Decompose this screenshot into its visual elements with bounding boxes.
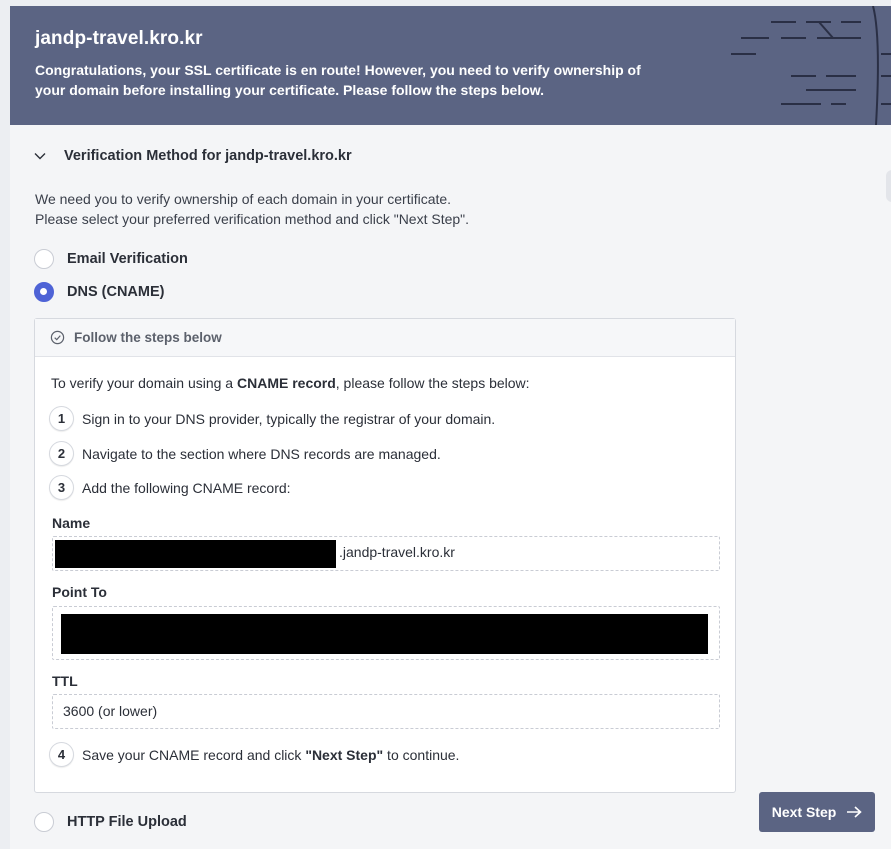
step-text: Sign in to your DNS provider, typically … (82, 410, 496, 427)
redacted-block (61, 614, 708, 654)
step-text: Save your CNAME record and click "Next S… (82, 747, 459, 763)
method-option-email[interactable]: Email Verification (34, 248, 188, 270)
verification-intro: We need you to verify ownership of each … (35, 189, 469, 229)
name-field-suffix: .jandp-travel.kro.kr (339, 544, 455, 560)
section-title: Verification Method for jandp-travel.kro… (64, 148, 352, 164)
header-banner: jandp-travel.kro.kr Congratulations, you… (10, 6, 891, 125)
name-field-label: Name (52, 515, 91, 531)
ttl-field-label: TTL (52, 673, 78, 689)
name-field[interactable]: .jandp-travel.kro.kr (52, 536, 720, 571)
step-number: 4 (49, 742, 74, 767)
step-4-prefix: Save your CNAME record and click (82, 746, 306, 763)
arrow-right-icon (847, 806, 862, 818)
ttl-field-value: 3600 (or lower) (63, 703, 158, 719)
check-circle-icon (50, 330, 65, 345)
panel-intro-bold: CNAME record (236, 375, 336, 391)
email-verification-label: Email Verification (67, 251, 188, 267)
redacted-block (55, 540, 336, 568)
method-option-dns[interactable]: DNS (CNAME) (34, 281, 164, 303)
step-4: 4 Save your CNAME record and click "Next… (49, 742, 459, 767)
dns-steps-panel: Follow the steps below To verify your do… (34, 318, 736, 793)
point-to-field[interactable] (52, 606, 720, 660)
step-text: Add the following CNAME record: (82, 479, 291, 496)
verification-card: jandp-travel.kro.kr Congratulations, you… (10, 6, 891, 849)
step-4-suffix: to continue. (383, 746, 460, 763)
step-number: 1 (49, 406, 74, 431)
step-3: 3 Add the following CNAME record: (49, 475, 291, 500)
chevron-down-icon (34, 153, 46, 160)
verification-method-toggle[interactable]: Verification Method for jandp-travel.kro… (34, 146, 352, 166)
http-file-upload-label: HTTP File Upload (67, 814, 187, 830)
http-file-upload-radio[interactable] (34, 812, 54, 832)
panel-intro: To verify your domain using a CNAME reco… (51, 375, 530, 391)
ttl-field[interactable]: 3600 (or lower) (52, 694, 720, 729)
method-option-http[interactable]: HTTP File Upload (34, 811, 187, 833)
step-2: 2 Navigate to the section where DNS reco… (49, 441, 441, 466)
banner-message: Congratulations, your SSL certificate is… (35, 62, 641, 98)
panel-header-label: Follow the steps below (74, 330, 222, 345)
dns-cname-radio[interactable] (34, 282, 54, 302)
next-step-button[interactable]: Next Step (759, 792, 875, 832)
panel-intro-suffix: , please follow the steps below: (335, 375, 530, 391)
banner-domain-title: jandp-travel.kro.kr (35, 28, 203, 49)
scroll-handle[interactable] (886, 170, 891, 202)
step-text: Navigate to the section where DNS record… (82, 445, 441, 462)
next-step-label: Next Step (771, 804, 837, 820)
step-number: 3 (49, 475, 74, 500)
email-verification-radio[interactable] (34, 249, 54, 269)
panel-intro-prefix: To verify your domain using a (51, 375, 237, 391)
step-number: 2 (49, 441, 74, 466)
point-to-field-label: Point To (52, 584, 107, 600)
panel-header: Follow the steps below (35, 319, 735, 357)
intro-line-2: Please select your preferred verificatio… (35, 211, 470, 227)
step-4-bold: "Next Step" (305, 746, 384, 763)
dns-cname-label: DNS (CNAME) (67, 284, 165, 300)
intro-line-1: We need you to verify ownership of each … (35, 191, 452, 207)
step-1: 1 Sign in to your DNS provider, typicall… (49, 406, 495, 431)
banner-decoration-icon (731, 6, 891, 125)
